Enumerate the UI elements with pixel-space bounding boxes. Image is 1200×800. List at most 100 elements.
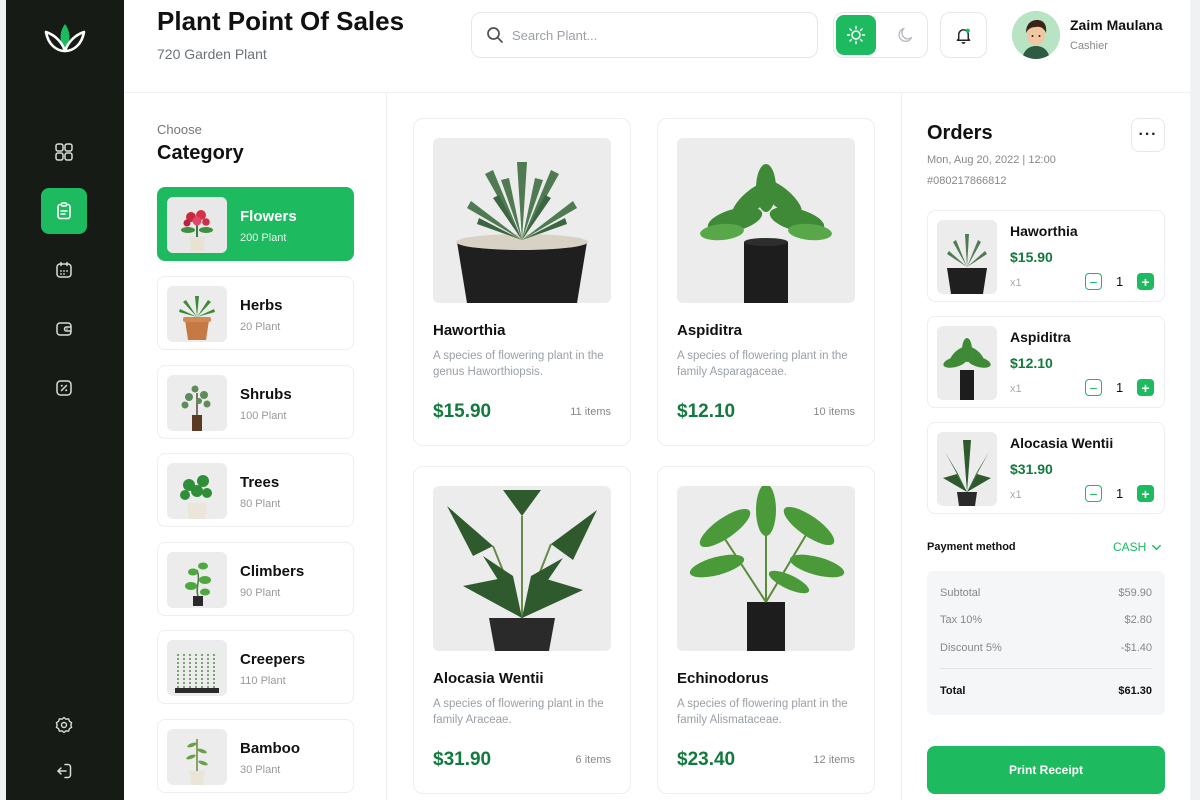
sidebar-item-dashboard[interactable]: [41, 129, 87, 175]
category-item-herbs[interactable]: Herbs 20 Plant: [157, 276, 354, 350]
increase-qty-button[interactable]: +: [1137, 273, 1154, 290]
product-card-echinodorus[interactable]: Echinodorus A species of flowering plant…: [657, 466, 875, 794]
category-item-shrubs[interactable]: Shrubs 100 Plant: [157, 365, 354, 439]
increase-qty-button[interactable]: +: [1137, 485, 1154, 502]
total-label: Total: [940, 685, 966, 697]
product-image: [433, 486, 611, 651]
category-name: Trees: [240, 474, 280, 491]
search-bar[interactable]: [471, 12, 818, 58]
order-item-qty-label: x1: [1010, 383, 1022, 395]
total-value: $61.30: [1118, 685, 1152, 697]
category-name: Climbers: [240, 563, 305, 580]
avatar[interactable]: [1012, 11, 1060, 59]
notification-button[interactable]: [940, 12, 987, 58]
order-thumbnail: [937, 432, 997, 506]
header-divider: [124, 92, 1190, 93]
product-name: Haworthia: [433, 322, 506, 339]
category-item-trees[interactable]: Trees 80 Plant: [157, 453, 354, 527]
category-thumbnail: [167, 463, 227, 519]
category-thumbnail: [167, 552, 227, 608]
order-item-qty: 1: [1116, 486, 1124, 501]
discount-row: Discount 5% -$1.40: [940, 642, 1152, 654]
discount-value: -$1.40: [1120, 642, 1152, 654]
moon-icon: [898, 27, 913, 42]
order-item-qty-label: x1: [1010, 489, 1022, 501]
grid-icon: [55, 143, 73, 161]
category-count: 90 Plant: [240, 587, 281, 599]
product-stock: 11 items: [570, 406, 611, 418]
product-card-alocasia-wentii[interactable]: Alocasia Wentii A species of flowering p…: [413, 466, 631, 794]
category-count: 20 Plant: [240, 321, 281, 333]
sidebar-item-discounts[interactable]: [41, 365, 87, 411]
percent-icon: [56, 380, 72, 396]
order-item-name: Haworthia: [1010, 223, 1078, 239]
order-item-alocasia-wentii: Alocasia Wentii $31.90 x1 − 1 +: [927, 422, 1165, 514]
order-item-price: $15.90: [1010, 249, 1053, 265]
category-count: 100 Plant: [240, 410, 287, 422]
product-description: A species of flowering plant in the fami…: [677, 350, 848, 378]
category-thumbnail: [167, 286, 227, 342]
sidebar-item-calendar[interactable]: [41, 247, 87, 293]
theme-toggle[interactable]: [833, 12, 928, 58]
product-image: [433, 138, 611, 303]
sidebar-item-orders[interactable]: [41, 188, 87, 234]
tax-label: Tax 10%: [940, 614, 983, 626]
summary-divider: [940, 668, 1152, 669]
order-id: #080217866812: [927, 175, 1007, 187]
decrease-qty-button[interactable]: −: [1085, 273, 1102, 290]
category-item-bamboo[interactable]: Bamboo 30 Plant: [157, 719, 354, 793]
order-item-name: Alocasia Wentii: [1010, 435, 1114, 451]
order-item-qty: 1: [1116, 274, 1124, 289]
category-thumbnail: [167, 197, 227, 253]
search-input[interactable]: [512, 27, 792, 43]
product-image: [677, 486, 855, 651]
decrease-qty-button[interactable]: −: [1085, 485, 1102, 502]
sidebar: [6, 0, 124, 800]
order-thumbnail: [937, 326, 997, 400]
category-name: Creepers: [240, 651, 306, 668]
dark-mode-button[interactable]: [886, 15, 926, 55]
order-thumbnail: [937, 220, 997, 294]
light-mode-button[interactable]: [836, 15, 876, 55]
category-count: 200 Plant: [240, 232, 287, 244]
order-item-haworthia: Haworthia $15.90 x1 − 1 +: [927, 210, 1165, 302]
category-item-flowers[interactable]: Flowers 200 Plant: [157, 187, 354, 261]
store-name: 720 Garden Plant: [157, 46, 267, 62]
category-thumbnail: [167, 729, 227, 785]
outer-frame-right: [1190, 0, 1200, 800]
user-role: Cashier: [1070, 40, 1108, 52]
product-card-aspiditra[interactable]: Aspiditra A species of flowering plant i…: [657, 118, 875, 446]
increase-qty-button[interactable]: +: [1137, 379, 1154, 396]
order-item-price: $31.90: [1010, 461, 1053, 477]
category-item-creepers[interactable]: Creepers 110 Plant: [157, 630, 354, 704]
calendar-icon: [56, 261, 72, 278]
category-count: 80 Plant: [240, 498, 281, 510]
sidebar-item-wallet[interactable]: [41, 306, 87, 352]
payment-method-value: CASH: [1113, 540, 1147, 554]
payment-method-select[interactable]: CASH: [1113, 540, 1162, 554]
sun-icon: [846, 25, 866, 45]
payment-method-label: Payment method: [927, 541, 1016, 553]
clipboard-icon: [57, 202, 71, 220]
subtotal-row: Subtotal $59.90: [940, 587, 1152, 599]
product-description: A species of flowering plant in the fami…: [677, 698, 848, 726]
order-item-aspiditra: Aspiditra $12.10 x1 − 1 +: [927, 316, 1165, 408]
subtotal-value: $59.90: [1118, 587, 1152, 599]
product-stock: 12 items: [813, 754, 855, 766]
chevron-down-icon: [1152, 544, 1162, 550]
category-thumbnail: [167, 375, 227, 431]
category-item-climbers[interactable]: Climbers 90 Plant: [157, 542, 354, 616]
order-item-qty: 1: [1116, 380, 1124, 395]
product-price: $23.40: [677, 749, 736, 770]
print-receipt-button[interactable]: Print Receipt: [927, 746, 1165, 794]
column-divider: [901, 93, 902, 800]
sidebar-item-logout[interactable]: [41, 748, 87, 794]
product-card-haworthia[interactable]: Haworthia A species of flowering plant i…: [413, 118, 631, 446]
product-name: Echinodorus: [677, 670, 769, 687]
more-options-button[interactable]: ···: [1131, 118, 1165, 152]
product-stock: 10 items: [813, 406, 855, 418]
decrease-qty-button[interactable]: −: [1085, 379, 1102, 396]
column-divider: [386, 93, 387, 800]
order-date: Mon, Aug 20, 2022 | 12:00: [927, 154, 1056, 166]
sidebar-item-settings[interactable]: [41, 702, 87, 748]
